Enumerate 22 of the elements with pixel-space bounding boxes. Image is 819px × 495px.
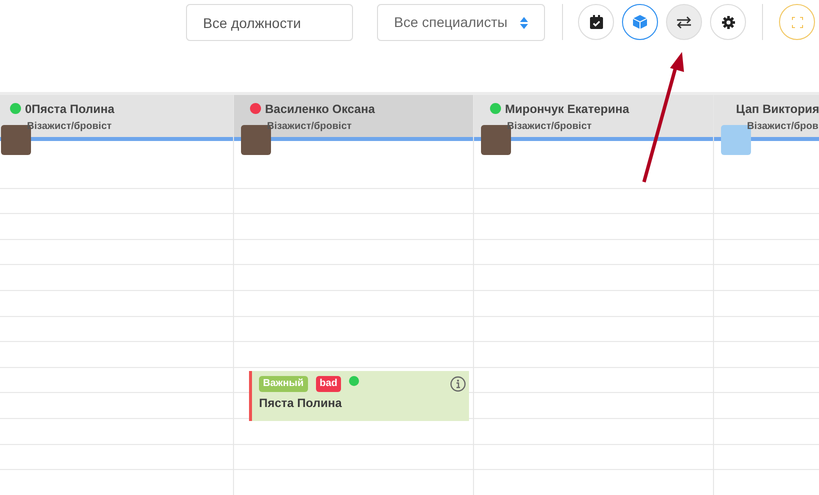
specialist-select[interactable]: Все специалисты [377, 4, 545, 41]
swap-arrows-icon [676, 16, 692, 28]
specialist-name: Цап Виктория [736, 101, 819, 117]
appointment-card[interactable]: Важный bad Пяста Полина [249, 371, 469, 421]
sort-arrows-icon [520, 16, 528, 28]
client-name: Пяста Полина [259, 396, 342, 410]
settings-icon [722, 16, 734, 28]
tag: bad [316, 376, 342, 392]
specialist-role: Візажист/бров [747, 120, 818, 133]
specialist-name: Василенко Оксана [265, 101, 375, 117]
info-icon[interactable] [450, 376, 466, 392]
cube-icon [633, 15, 647, 29]
position-filter-field[interactable]: Все должности [187, 5, 352, 40]
fullscreen-icon [792, 16, 802, 28]
swap-button[interactable] [666, 4, 702, 40]
specialist-name: 0Пяста Полина [25, 101, 114, 117]
calendar-button[interactable] [578, 4, 614, 40]
tag: Важный [259, 376, 308, 392]
calendar-check-icon [590, 15, 602, 29]
settings-button[interactable] [710, 4, 746, 40]
specialist-name: Мирончук Екатерина [505, 101, 630, 117]
cube-button[interactable] [622, 4, 658, 40]
